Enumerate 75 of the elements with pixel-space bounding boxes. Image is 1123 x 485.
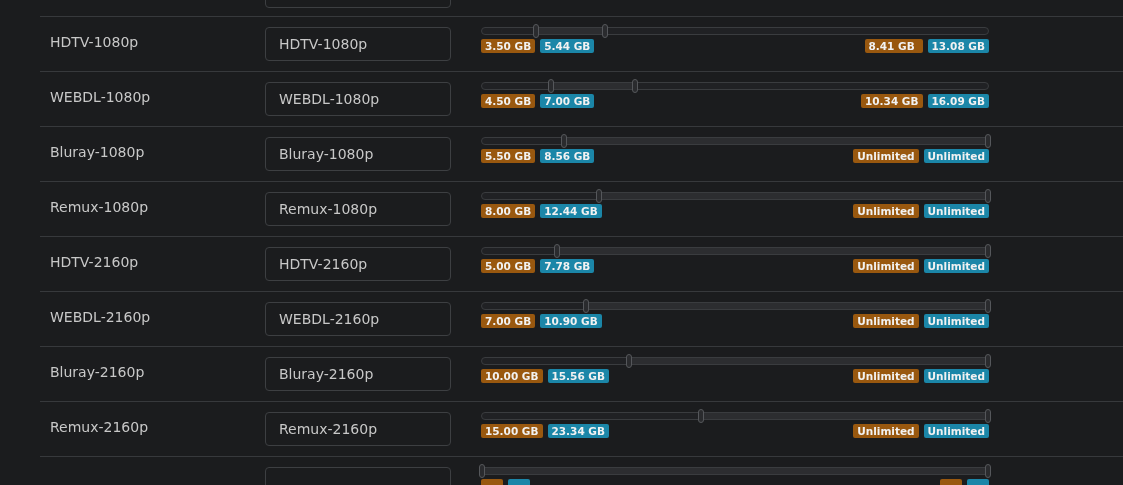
size-label: Unlimited — [853, 424, 919, 438]
size-slider[interactable] — [481, 137, 989, 145]
title-field[interactable]: Remux-1080p — [265, 192, 451, 226]
size-label: 10.00 GB — [481, 369, 543, 383]
size-label: 5.00 GB — [481, 259, 536, 273]
title-field[interactable]: Remux-2160p — [265, 412, 451, 446]
min-handle[interactable] — [582, 299, 589, 313]
max-handle[interactable] — [985, 354, 991, 368]
title-field[interactable]: Bluray-2160p — [265, 357, 451, 391]
size-label: Unlimited — [923, 369, 989, 383]
min-handle[interactable] — [532, 24, 539, 38]
size-label: 7.00 GB — [481, 314, 536, 328]
max-handle[interactable] — [985, 189, 991, 203]
max-handle[interactable] — [985, 409, 991, 423]
quality-name: HDTV-2160p — [49, 253, 140, 270]
size-slider[interactable] — [481, 247, 989, 255]
quality-name: HDTV-1080p — [49, 33, 140, 50]
size-label: Unlimited — [853, 259, 919, 273]
size-label: Unlimited — [853, 204, 919, 218]
title-field[interactable]: WEBDL-2160p — [265, 302, 451, 336]
size-label: Unlimited — [923, 424, 989, 438]
size-label: Unlimited — [923, 204, 989, 218]
size-label: Unlimited — [853, 314, 919, 328]
max-handle[interactable] — [602, 24, 609, 38]
quality-name: WEBDL-1080p — [49, 88, 152, 105]
size-label: 7.00 GB — [540, 94, 595, 108]
max-handle[interactable] — [985, 244, 991, 258]
min-handle[interactable] — [561, 134, 568, 148]
quality-name: Bluray-2160p — [49, 363, 146, 380]
size-slider[interactable] — [481, 82, 989, 90]
quality-name: Remux-2160p — [49, 418, 150, 435]
title-field[interactable]: WEBDL-1080p — [265, 82, 451, 116]
max-handle[interactable] — [632, 79, 639, 93]
title-field[interactable]: HDTV-1080p — [265, 27, 451, 61]
size-label: 10.90 GB — [540, 314, 602, 328]
min-handle[interactable] — [547, 79, 554, 93]
min-handle[interactable] — [479, 464, 485, 478]
min-handle[interactable] — [596, 189, 603, 203]
size-label: 7.78 GB — [540, 259, 595, 273]
title-field[interactable]: Bluray-1080p — [265, 137, 451, 171]
size-label: Unlimited — [853, 369, 919, 383]
size-slider[interactable] — [481, 192, 989, 200]
size-slider[interactable] — [481, 357, 989, 365]
max-handle[interactable] — [985, 299, 991, 313]
size-label: 15.56 GB — [547, 369, 609, 383]
size-label: 13.08 GB — [927, 39, 989, 53]
min-handle[interactable] — [698, 409, 705, 423]
size-label: Unlimited — [923, 259, 989, 273]
size-label: 3.50 GB — [481, 39, 536, 53]
quality-name: Remux-1080p — [49, 198, 150, 215]
size-slider[interactable] — [481, 302, 989, 310]
size-label: 8.00 GB — [481, 204, 536, 218]
max-handle[interactable] — [985, 134, 991, 148]
quality-name: WEBDL-2160p — [49, 308, 152, 325]
size-label: 12.44 GB — [540, 204, 602, 218]
size-slider[interactable] — [481, 467, 989, 475]
title-field[interactable]: HDTV-2160p — [265, 247, 451, 281]
size-label: 8.41 GB — [864, 39, 923, 53]
min-handle[interactable] — [625, 354, 632, 368]
size-label: 15.00 GB — [481, 424, 543, 438]
size-label: 5.50 GB — [481, 149, 536, 163]
size-label: Unlimited — [923, 314, 989, 328]
size-slider[interactable] — [481, 27, 989, 35]
size-label: Unlimited — [853, 149, 919, 163]
quality-name: Bluray-1080p — [49, 143, 146, 160]
size-label: 10.34 GB — [861, 94, 923, 108]
max-handle[interactable] — [985, 464, 991, 478]
size-label: 23.34 GB — [547, 424, 609, 438]
size-label: 5.44 GB — [540, 39, 595, 53]
size-label: 4.50 GB — [481, 94, 536, 108]
size-label: Unlimited — [923, 149, 989, 163]
size-slider[interactable] — [481, 412, 989, 420]
size-label: 16.09 GB — [927, 94, 989, 108]
size-label: 8.56 GB — [540, 149, 595, 163]
min-handle[interactable] — [553, 244, 560, 258]
